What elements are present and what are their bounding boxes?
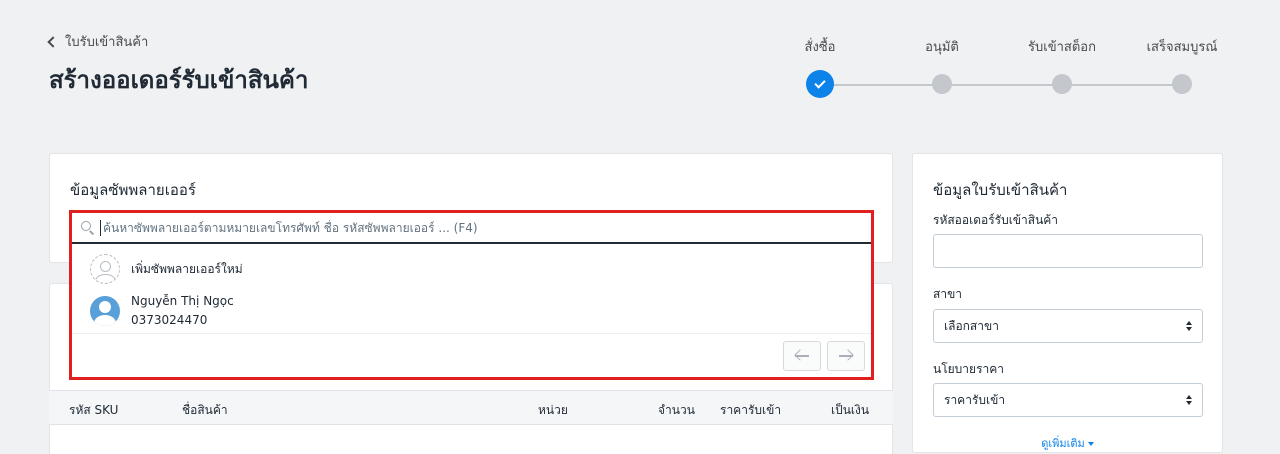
products-table-header: รหัส SKU ชื่อสินค้า หน่วย จำนวน ราคารับเ… — [49, 390, 893, 425]
supplier-search-box — [72, 213, 871, 244]
column-header-import-price: ราคารับเข้า — [720, 403, 782, 417]
branch-select-value: เลือกสาขา — [944, 318, 999, 333]
supplier-option[interactable]: Nguyễn Thị Ngọc 0373024470 — [90, 293, 861, 329]
caret-down-icon — [1087, 442, 1094, 446]
add-new-supplier-label: เพิ่มซัพพลายเออร์ใหม่ — [131, 261, 243, 276]
supplier-phone: 0373024470 — [131, 313, 208, 327]
add-user-icon — [90, 254, 120, 284]
select-caret-icon — [1186, 395, 1192, 405]
search-icon — [81, 220, 95, 235]
step-order: สั่งซื้อ — [770, 36, 870, 98]
order-code-input[interactable] — [933, 234, 1203, 268]
see-more-label: ดูเพิ่มเติม — [1041, 437, 1085, 450]
see-more-link[interactable]: ดูเพิ่มเติม — [913, 434, 1222, 452]
previous-page-button[interactable] — [783, 341, 821, 371]
column-header-sku: รหัส SKU — [69, 403, 119, 417]
check-icon — [814, 77, 826, 89]
column-header-amount: เป็นเงิน — [831, 403, 870, 417]
receipt-info-card: ข้อมูลใบรับเข้าสินค้า รหัสออเดอร์รับเข้า… — [912, 153, 1223, 453]
step-label: สั่งซื้อ — [804, 40, 836, 55]
stepper-line — [820, 84, 1180, 86]
arrow-left-icon — [794, 349, 810, 362]
column-header-quantity: จำนวน — [658, 403, 695, 417]
arrow-right-icon — [838, 349, 854, 362]
supplier-search-dropdown: เพิ่มซัพพลายเออร์ใหม่ Nguyễn Thị Ngọc 03… — [69, 210, 874, 380]
receipt-info-title: ข้อมูลใบรับเข้าสินค้า — [933, 181, 1068, 199]
supplier-card-title: ข้อมูลซัพพลายเออร์ — [70, 181, 196, 199]
branch-select[interactable]: เลือกสาขา — [933, 309, 1203, 343]
step-pending-dot — [1052, 74, 1072, 94]
avatar — [90, 296, 120, 326]
back-link-label: ใบรับเข้าสินค้า — [65, 35, 149, 50]
order-code-label: รหัสออเดอร์รับเข้าสินค้า — [933, 213, 1059, 227]
select-caret-icon — [1186, 321, 1192, 331]
step-pending-dot — [1172, 74, 1192, 94]
add-new-supplier-option[interactable]: เพิ่มซัพพลายเออร์ใหม่ — [90, 254, 861, 284]
chevron-left-icon — [47, 36, 59, 48]
back-link[interactable]: ใบรับเข้าสินค้า — [47, 31, 149, 52]
price-policy-label: นโยบายราคา — [933, 362, 1005, 376]
column-header-unit: หน่วย — [538, 403, 568, 417]
step-receive: รับเข้าสต็อก — [1012, 36, 1112, 94]
step-pending-dot — [932, 74, 952, 94]
page-title: สร้างออเดอร์รับเข้าสินค้า — [49, 66, 309, 94]
step-done-dot — [806, 70, 834, 98]
step-label: อนุมัติ — [925, 40, 959, 55]
price-policy-select-value: ราคารับเข้า — [944, 392, 1006, 407]
step-complete: เสร็จสมบูรณ์ — [1132, 36, 1232, 94]
step-label: รับเข้าสต็อก — [1028, 40, 1096, 55]
step-approve: อนุมัติ — [892, 36, 992, 94]
column-header-product-name: ชื่อสินค้า — [182, 403, 228, 417]
progress-stepper: สั่งซื้อ อนุมัติ รับเข้าสต็อก เสร็จสมบูร… — [800, 36, 1220, 98]
supplier-name: Nguyễn Thị Ngọc — [131, 294, 234, 308]
price-policy-select[interactable]: ราคารับเข้า — [933, 383, 1203, 417]
next-page-button[interactable] — [827, 341, 865, 371]
branch-label: สาขา — [933, 287, 963, 301]
step-label: เสร็จสมบูรณ์ — [1146, 40, 1218, 55]
dropdown-divider — [72, 333, 871, 334]
supplier-search-input[interactable] — [100, 219, 871, 236]
